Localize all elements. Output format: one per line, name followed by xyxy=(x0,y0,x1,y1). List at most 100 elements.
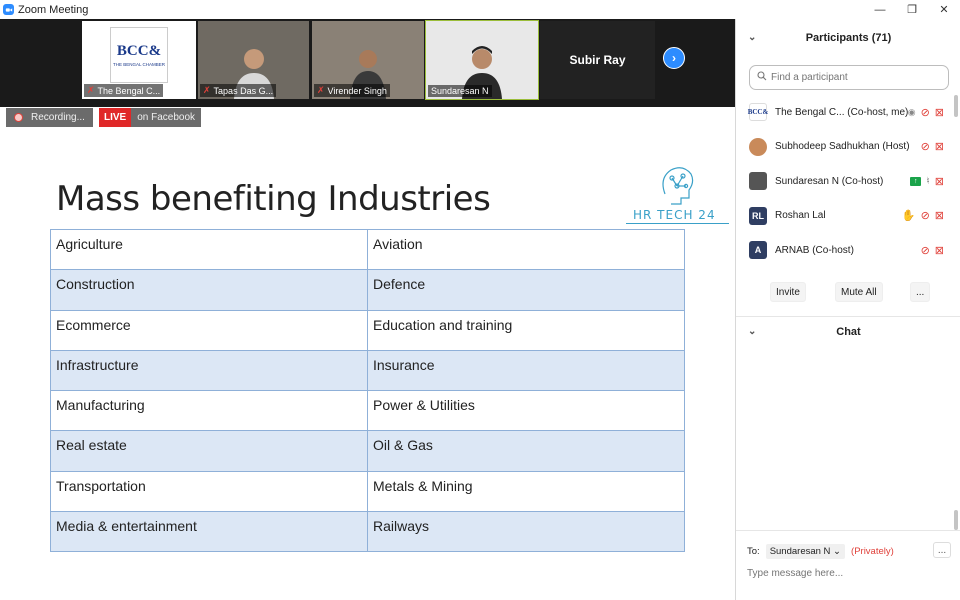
title-bar: Zoom Meeting — ❐ ✕ xyxy=(0,0,960,19)
mic-muted-icon: ✗ xyxy=(203,85,211,95)
participant-status-icons: ✋ ⊘ ⊠ xyxy=(902,209,944,222)
logo-underline xyxy=(626,223,729,224)
more-options-button[interactable]: ... xyxy=(910,282,931,302)
table-cell: Defence xyxy=(367,269,685,311)
invite-button[interactable]: Invite xyxy=(770,282,806,302)
participant-status-icons: ↑ ♮ ⊠ xyxy=(910,175,944,188)
participant-status-icons: ◉ ⊘ ⊠ xyxy=(908,106,944,119)
table-cell: Power & Utilities xyxy=(367,390,685,432)
to-label: To: xyxy=(747,546,760,557)
video-off-icon[interactable]: ⊠ xyxy=(935,106,944,119)
table-cell: Metals & Mining xyxy=(367,470,685,513)
table-cell: Insurance xyxy=(367,349,685,392)
window-controls: — ❐ ✕ xyxy=(864,0,960,19)
chat-message-input[interactable] xyxy=(747,568,947,579)
table-row: Media & entertainment Railways xyxy=(50,511,685,553)
video-name-label: ✗ Virender Singh xyxy=(314,84,390,97)
recipient-value: Sundaresan N xyxy=(769,546,831,557)
record-icon xyxy=(14,113,23,122)
chat-scrollbar[interactable] xyxy=(954,510,958,530)
live-stream-badge[interactable]: LIVE on Facebook xyxy=(99,108,202,127)
table-cell: Infrastructure xyxy=(50,349,368,392)
participant-row[interactable]: RL Roshan Lal ✋ ⊘ ⊠ xyxy=(736,199,956,234)
side-panel: ⌄ Participants (71) BCC& The Bengal C...… xyxy=(735,19,960,600)
mic-muted-icon[interactable]: ⊘ xyxy=(921,140,930,153)
avatar: BCC& xyxy=(748,103,768,122)
table-row: Real estate Oil & Gas xyxy=(50,430,685,472)
chat-compose: To: Sundaresan N ⌄ (Privately) ... xyxy=(736,530,960,600)
participant-name: Sundaresan N xyxy=(431,86,489,96)
mic-muted-icon[interactable]: ⊘ xyxy=(921,106,930,119)
collapse-chevron-icon[interactable]: ⌄ xyxy=(748,326,756,337)
participant-list: BCC& The Bengal C... (Co-host, me) ◉ ⊘ ⊠… xyxy=(736,95,956,268)
raised-hand-icon: ✋ xyxy=(901,210,916,223)
recipient-select[interactable]: Sundaresan N ⌄ xyxy=(765,544,846,559)
mic-muted-icon[interactable]: ⊘ xyxy=(921,244,930,257)
participant-name: Virender Singh xyxy=(327,85,387,96)
table-cell: Transportation xyxy=(50,470,368,513)
mic-muted-icon: ✗ xyxy=(87,85,95,95)
video-name-label: ✗ The Bengal C... xyxy=(84,84,164,97)
participant-row[interactable]: Sundaresan N (Co-host) ↑ ♮ ⊠ xyxy=(736,164,956,199)
mute-all-button[interactable]: Mute All xyxy=(835,282,883,302)
participant-status-icons: ⊘ ⊠ xyxy=(921,140,944,153)
participants-title: Participants (71) xyxy=(805,32,892,44)
recording-badge[interactable]: Recording... xyxy=(6,108,93,127)
table-cell: Real estate xyxy=(50,430,368,472)
record-status-icon: ◉ xyxy=(907,106,916,117)
video-name-label: ✗ Tapas Das G... xyxy=(200,84,277,97)
window-title: Zoom Meeting xyxy=(18,3,89,16)
minimize-button[interactable]: — xyxy=(864,0,896,19)
participant-name: The Bengal C... (Co-host, me) xyxy=(775,106,909,118)
participant-row[interactable]: A ARNAB (Co-host) ⊘ ⊠ xyxy=(736,233,956,268)
meeting-area: BCC& THE BENGAL CHAMBER ✗ The Bengal C...… xyxy=(0,19,735,600)
video-off-icon[interactable]: ⊠ xyxy=(935,244,944,257)
chat-more-button[interactable]: ... xyxy=(933,542,951,558)
mic-icon[interactable]: ♮ xyxy=(926,176,930,187)
mic-muted-icon[interactable]: ⊘ xyxy=(921,209,930,222)
recording-label: Recording... xyxy=(31,112,85,123)
video-off-icon[interactable]: ⊠ xyxy=(935,175,944,188)
featured-participant-name[interactable]: Subir Ray xyxy=(540,21,655,99)
participant-scrollbar[interactable] xyxy=(954,95,958,117)
video-off-icon[interactable]: ⊠ xyxy=(935,209,944,222)
participant-name: The Bengal C... xyxy=(97,85,161,96)
table-cell: Education and training xyxy=(367,309,685,351)
participant-status-icons: ⊘ ⊠ xyxy=(921,244,944,257)
video-tile-sundaresan[interactable]: Sundaresan N xyxy=(425,20,539,100)
search-input[interactable] xyxy=(771,72,941,83)
table-cell: Agriculture xyxy=(50,228,368,271)
participant-search[interactable] xyxy=(749,65,949,90)
industries-table: Agriculture Aviation Construction Defence … xyxy=(50,228,685,553)
participant-name: ARNAB (Co-host) xyxy=(775,244,854,256)
collapse-chevron-icon[interactable]: ⌄ xyxy=(748,32,756,43)
participant-row[interactable]: Subhodeep Sadhukhan (Host) ⊘ ⊠ xyxy=(736,130,956,165)
table-row: Transportation Metals & Mining xyxy=(50,470,685,513)
table-cell: Oil & Gas xyxy=(367,430,685,472)
participant-row[interactable]: BCC& The Bengal C... (Co-host, me) ◉ ⊘ ⊠ xyxy=(736,95,956,130)
video-tile-virender[interactable]: ✗ Virender Singh xyxy=(312,21,424,99)
table-cell: Railways xyxy=(367,511,685,553)
video-tile-tapas[interactable]: ✗ Tapas Das G... xyxy=(198,21,309,99)
live-label: LIVE xyxy=(99,108,132,127)
video-strip: BCC& THE BENGAL CHAMBER ✗ The Bengal C...… xyxy=(0,19,735,107)
video-off-icon[interactable]: ⊠ xyxy=(935,140,944,153)
table-cell: Ecommerce xyxy=(50,309,368,351)
video-tile-bengal-chamber[interactable]: BCC& THE BENGAL CHAMBER ✗ The Bengal C... xyxy=(82,21,196,99)
table-cell: Construction xyxy=(50,269,368,311)
close-button[interactable]: ✕ xyxy=(928,0,960,19)
table-row: Ecommerce Education and training xyxy=(50,309,685,351)
mic-muted-icon: ✗ xyxy=(317,85,325,95)
bengal-chamber-logo: BCC& THE BENGAL CHAMBER xyxy=(110,27,168,83)
table-cell: Aviation xyxy=(367,228,685,271)
restore-button[interactable]: ❐ xyxy=(896,0,928,19)
table-row: Manufacturing Power & Utilities xyxy=(50,390,685,432)
participant-name: Tapas Das G... xyxy=(213,85,274,96)
avatar xyxy=(749,172,767,191)
logo-caption: THE BENGAL CHAMBER xyxy=(112,62,166,67)
video-name-label: Sundaresan N xyxy=(428,85,492,97)
chat-title: Chat xyxy=(836,325,861,338)
live-target-label: on Facebook xyxy=(131,108,202,127)
next-videos-button[interactable]: › xyxy=(663,47,685,69)
slide-title: Mass benefiting Industries xyxy=(56,179,491,219)
